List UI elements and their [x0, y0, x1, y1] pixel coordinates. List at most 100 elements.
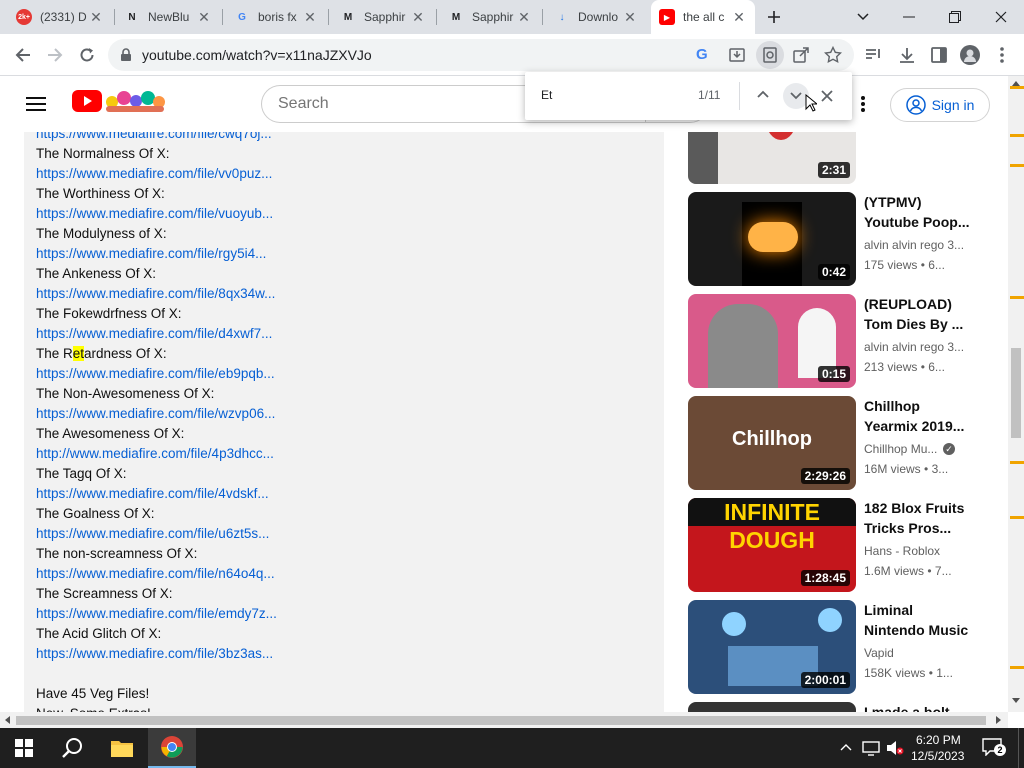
video-title-line1[interactable]: (REUPLOAD): [864, 294, 988, 314]
video-thumbnail[interactable]: INFINITE DOUGH 1:28:45: [688, 498, 856, 592]
channel-name[interactable]: alvin alvin rego 3...: [864, 238, 964, 252]
video-title-line2[interactable]: Tom Dies By ...: [864, 314, 988, 334]
description-link[interactable]: https://www.mediafire.com/file/eb9pqb...: [36, 364, 275, 384]
tab-1[interactable]: N NewBlu ✕: [116, 0, 220, 34]
video-title-line1[interactable]: Liminal: [864, 600, 988, 620]
description-link[interactable]: http://www.mediafire.com/file/4p3dhcc...: [36, 444, 274, 464]
tab-3[interactable]: M Sapphir ✕: [332, 0, 434, 34]
recommendation-item[interactable]: Chillhop 2:29:26 Chillhop Yearmix 2019...…: [688, 396, 998, 490]
recommendation-item[interactable]: 2:31 3.2K views • 1...: [688, 132, 998, 184]
chrome-taskbar-button[interactable]: [148, 728, 196, 768]
description-link[interactable]: https://www.mediafire.com/file/cwq7oj...: [36, 132, 272, 144]
video-title-line2[interactable]: Nintendo Music: [864, 620, 988, 640]
hscroll-thumb[interactable]: [16, 716, 986, 725]
tray-expand-icon[interactable]: [840, 743, 852, 751]
video-thumbnail[interactable]: 0:15: [688, 294, 856, 388]
profile-avatar[interactable]: [960, 45, 980, 65]
tab-close-icon[interactable]: ✕: [622, 9, 638, 26]
network-icon[interactable]: [862, 740, 880, 756]
recommendation-item[interactable]: I made a bolt: [688, 702, 998, 712]
find-input[interactable]: Et: [541, 88, 552, 102]
vertical-scrollbar[interactable]: [1008, 76, 1024, 712]
scroll-right-icon[interactable]: [996, 716, 1002, 724]
description-link[interactable]: https://www.mediafire.com/file/4vdskf...: [36, 484, 269, 504]
tab-close-icon[interactable]: ✕: [731, 9, 747, 26]
doodle-logo[interactable]: [104, 86, 166, 114]
description-link[interactable]: https://www.mediafire.com/file/d4xwf7...: [36, 324, 272, 344]
video-title-line1[interactable]: 182 Blox Fruits: [864, 498, 988, 518]
tab-5[interactable]: ↓ Downlo ✕: [546, 0, 646, 34]
find-active-indicator[interactable]: [756, 41, 784, 69]
video-thumbnail[interactable]: [688, 702, 856, 712]
hamburger-menu-icon[interactable]: [26, 96, 46, 112]
tab-0[interactable]: 2k+ (2331) D ✕: [8, 0, 112, 34]
star-icon[interactable]: [824, 46, 842, 64]
back-button[interactable]: [8, 40, 38, 70]
scroll-up-icon[interactable]: [1012, 80, 1020, 86]
google-lens-icon[interactable]: G: [696, 46, 714, 64]
channel-name[interactable]: alvin alvin rego 3...: [864, 340, 964, 354]
side-panel-icon[interactable]: [930, 46, 948, 64]
description-link[interactable]: https://www.mediafire.com/file/8qx34w...: [36, 284, 275, 304]
recommendation-item[interactable]: 0:42 (YTPMV) Youtube Poop... alvin alvin…: [688, 192, 998, 286]
reload-button[interactable]: [72, 40, 102, 70]
recommendation-item[interactable]: 2:00:01 Liminal Nintendo Music Vapid 158…: [688, 600, 998, 694]
tab-close-icon[interactable]: ✕: [410, 9, 426, 26]
tab-close-icon[interactable]: ✕: [196, 9, 212, 26]
description-link[interactable]: https://www.mediafire.com/file/wzvp06...: [36, 404, 275, 424]
description-link[interactable]: https://www.mediafire.com/file/3bz3as...: [36, 644, 273, 664]
scroll-down-icon[interactable]: [1012, 698, 1020, 704]
channel-name[interactable]: Vapid: [864, 646, 964, 660]
scrollbar-thumb[interactable]: [1011, 348, 1021, 438]
recommendation-item[interactable]: 0:15 (REUPLOAD) Tom Dies By ... alvin al…: [688, 294, 998, 388]
find-previous-button[interactable]: [757, 90, 769, 98]
new-tab-button[interactable]: [758, 0, 790, 34]
video-thumbnail[interactable]: 0:42: [688, 192, 856, 286]
video-thumbnail[interactable]: 2:00:01: [688, 600, 856, 694]
reading-list-icon[interactable]: [864, 46, 882, 64]
start-button[interactable]: [0, 728, 48, 768]
tab-2[interactable]: Gboris fx ✕: [226, 0, 326, 34]
file-explorer-button[interactable]: [98, 728, 146, 768]
clock-time[interactable]: 6:20 PM: [916, 733, 961, 747]
find-close-button[interactable]: [821, 90, 833, 102]
taskbar-search-button[interactable]: [48, 728, 96, 768]
tab-6[interactable]: ▶ the all c ✕: [651, 0, 755, 34]
video-title-line2[interactable]: Yearmix 2019...: [864, 416, 988, 436]
channel-name[interactable]: Hans - Roblox: [864, 544, 964, 558]
video-thumbnail[interactable]: Chillhop 2:29:26: [688, 396, 856, 490]
forward-button[interactable]: [40, 40, 70, 70]
minimize-button[interactable]: [886, 0, 932, 34]
video-title-line1[interactable]: (YTPMV): [864, 192, 988, 212]
tab-close-icon[interactable]: ✕: [302, 9, 318, 26]
close-window-button[interactable]: [978, 0, 1024, 34]
scroll-left-icon[interactable]: [4, 716, 10, 724]
video-title-line1[interactable]: I made a bolt: [864, 702, 988, 712]
kebab-menu-icon[interactable]: [996, 46, 1008, 64]
description-link[interactable]: https://www.mediafire.com/file/vv0puz...: [36, 164, 272, 184]
show-desktop-button[interactable]: [1018, 728, 1024, 768]
volume-muted-icon[interactable]: [886, 740, 904, 756]
restore-button[interactable]: [932, 0, 978, 34]
notifications-button[interactable]: 2: [982, 738, 1006, 758]
install-icon[interactable]: [728, 46, 746, 64]
tab-search-button[interactable]: [840, 0, 886, 34]
video-title-line2[interactable]: Tricks Pros...: [864, 518, 988, 538]
address-bar[interactable]: youtube.com/watch?v=x11naJZXVJo G: [108, 39, 854, 71]
download-icon[interactable]: [898, 46, 916, 64]
description-link[interactable]: https://www.mediafire.com/file/rgy5i4...: [36, 244, 266, 264]
youtube-logo[interactable]: [72, 90, 102, 112]
clock-date[interactable]: 12/5/2023: [911, 749, 964, 763]
description-link[interactable]: https://www.mediafire.com/file/vuoyub...: [36, 204, 273, 224]
description-link[interactable]: https://www.mediafire.com/file/emdy7z...: [36, 604, 277, 624]
settings-kebab-icon[interactable]: [859, 95, 867, 113]
video-thumbnail[interactable]: 2:31: [688, 132, 856, 184]
tab-close-icon[interactable]: ✕: [516, 9, 532, 26]
tab-close-icon[interactable]: ✕: [88, 9, 104, 26]
tab-4[interactable]: M Sapphir ✕: [440, 0, 540, 34]
video-title-line1[interactable]: Chillhop: [864, 396, 988, 416]
share-icon[interactable]: [792, 46, 810, 64]
horizontal-scrollbar[interactable]: [0, 712, 1008, 728]
description-link[interactable]: https://www.mediafire.com/file/u6zt5s...: [36, 524, 269, 544]
recommendation-item[interactable]: INFINITE DOUGH 1:28:45 182 Blox Fruits Tr…: [688, 498, 998, 592]
